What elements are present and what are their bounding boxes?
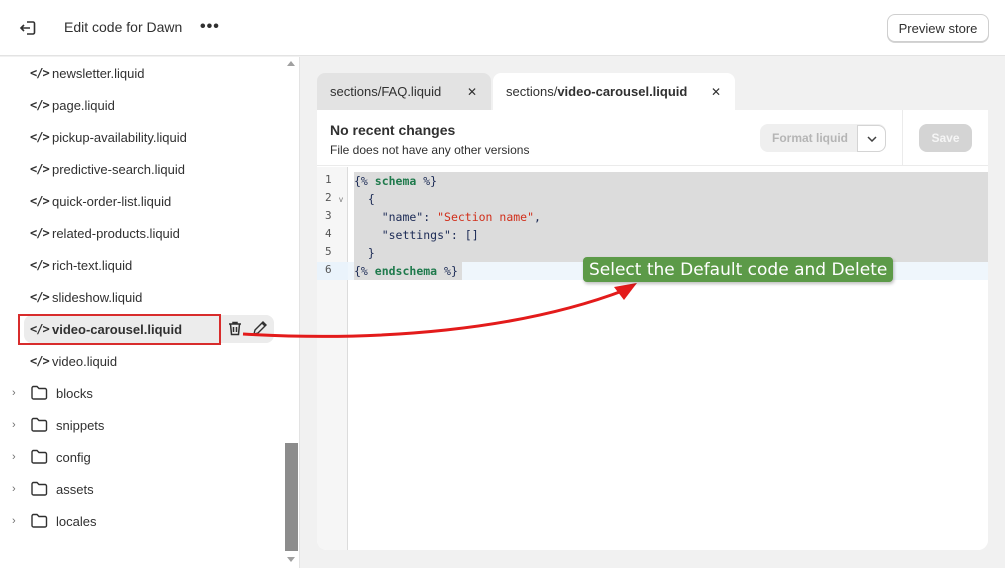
line-number-gutter: 1 2 v 3 4 5 6 — [317, 167, 348, 550]
file-name: related-products.liquid — [52, 225, 180, 241]
editor-panel: No recent changes File does not have any… — [317, 110, 988, 550]
file-status-bar: No recent changes File does not have any… — [317, 110, 988, 166]
file-name: page.liquid — [52, 97, 115, 113]
file-item[interactable]: </> video.liquid — [24, 347, 220, 375]
folder-name: assets — [56, 481, 94, 497]
page-title: Edit code for Dawn — [64, 19, 183, 35]
active-line-gutter — [317, 262, 348, 280]
divider — [902, 110, 903, 166]
code-line: {% endschema %} — [354, 264, 458, 278]
code-line: {% schema %} — [354, 174, 438, 188]
file-name: video.liquid — [52, 353, 118, 369]
line-number: 3 — [325, 209, 332, 222]
folder-icon — [31, 513, 48, 528]
tab-prefix: sections/ — [506, 84, 558, 99]
tab-filename: video-carousel.liquid — [557, 84, 688, 99]
code-file-icon: </> — [30, 98, 50, 112]
folder-item-assets[interactable]: › assets — [12, 475, 94, 503]
code-file-icon: </> — [30, 258, 50, 272]
file-name: newsletter.liquid — [52, 65, 145, 81]
code-file-icon: </> — [30, 290, 50, 304]
fold-chevron-icon[interactable]: v — [339, 195, 343, 204]
folder-name: blocks — [56, 385, 93, 401]
folder-name: snippets — [56, 417, 105, 433]
folder-icon — [31, 385, 48, 400]
code-file-icon: </> — [30, 66, 50, 80]
status-title: No recent changes — [330, 122, 456, 138]
close-icon[interactable]: ✕ — [467, 85, 477, 99]
trash-icon[interactable] — [226, 319, 244, 337]
folder-name: locales — [56, 513, 97, 529]
file-item[interactable]: </> newsletter.liquid — [24, 59, 220, 87]
folder-icon — [31, 417, 48, 432]
exit-icon[interactable] — [18, 18, 38, 38]
save-button[interactable]: Save — [919, 124, 972, 152]
file-item[interactable]: </> page.liquid — [24, 91, 220, 119]
file-name: predictive-search.liquid — [52, 161, 185, 177]
scroll-down-arrow[interactable] — [287, 557, 295, 562]
folder-item-blocks[interactable]: › blocks — [12, 379, 93, 407]
folder-icon — [31, 481, 48, 496]
tab-video-carousel[interactable]: sections/video-carousel.liquid ✕ — [493, 73, 735, 110]
chevron-right-icon: › — [12, 419, 16, 431]
close-icon[interactable]: ✕ — [711, 85, 721, 99]
folder-item-snippets[interactable]: › snippets — [12, 411, 104, 439]
file-name: rich-text.liquid — [52, 257, 133, 273]
more-actions-icon[interactable]: ••• — [200, 18, 220, 36]
tab-filename: FAQ.liquid — [381, 84, 442, 99]
code-editor[interactable]: {% schema %} { "name": "Section name", "… — [348, 167, 988, 550]
code-file-icon: </> — [30, 194, 50, 208]
code-file-icon: </> — [30, 226, 50, 240]
status-subtitle: File does not have any other versions — [330, 143, 530, 157]
line-number: 1 — [325, 173, 332, 186]
scroll-up-arrow[interactable] — [287, 61, 295, 66]
folder-item-config[interactable]: › config — [12, 443, 91, 471]
code-file-icon: </> — [30, 354, 50, 368]
tab-prefix: sections/ — [330, 84, 382, 99]
file-item[interactable]: </> predictive-search.liquid — [24, 155, 220, 183]
pencil-icon[interactable] — [251, 319, 269, 337]
annotation-label: Select the Default code and Delete — [583, 257, 893, 282]
line-number: 4 — [325, 227, 332, 240]
folder-icon — [31, 449, 48, 464]
chevron-right-icon: › — [12, 451, 16, 463]
code-line: { — [354, 192, 375, 206]
chevron-right-icon: › — [12, 515, 16, 527]
file-name: slideshow.liquid — [52, 289, 143, 305]
code-line: } — [354, 246, 375, 260]
file-tree-sidebar: </> newsletter.liquid </> page.liquid </… — [0, 57, 300, 568]
tab-faq[interactable]: sections/FAQ.liquid ✕ — [317, 73, 491, 110]
chevron-down-icon[interactable] — [857, 125, 886, 152]
line-number: 2 — [325, 191, 332, 204]
file-item[interactable]: </> pickup-availability.liquid — [24, 123, 220, 151]
sidebar-scrollbar-thumb[interactable] — [285, 443, 298, 551]
chevron-right-icon: › — [12, 483, 16, 495]
file-name: pickup-availability.liquid — [52, 129, 187, 145]
file-item[interactable]: </> related-products.liquid — [24, 219, 220, 247]
file-item[interactable]: </> quick-order-list.liquid — [24, 187, 220, 215]
file-item[interactable]: </> rich-text.liquid — [24, 251, 220, 279]
folder-item-locales[interactable]: › locales — [12, 507, 96, 535]
line-number: 6 — [325, 263, 332, 276]
file-item[interactable]: </> slideshow.liquid — [24, 283, 220, 311]
folder-name: config — [56, 449, 91, 465]
code-line: "name": "Section name", — [354, 210, 541, 224]
code-line: "settings": [] — [354, 228, 479, 242]
top-bar: Edit code for Dawn ••• Preview store — [0, 0, 1005, 56]
file-name: quick-order-list.liquid — [52, 193, 172, 209]
preview-store-button[interactable]: Preview store — [887, 14, 989, 42]
code-file-icon: </> — [30, 162, 50, 176]
annotation-highlight-box — [18, 314, 221, 345]
line-number: 5 — [325, 245, 332, 258]
chevron-right-icon: › — [12, 387, 16, 399]
code-file-icon: </> — [30, 130, 50, 144]
